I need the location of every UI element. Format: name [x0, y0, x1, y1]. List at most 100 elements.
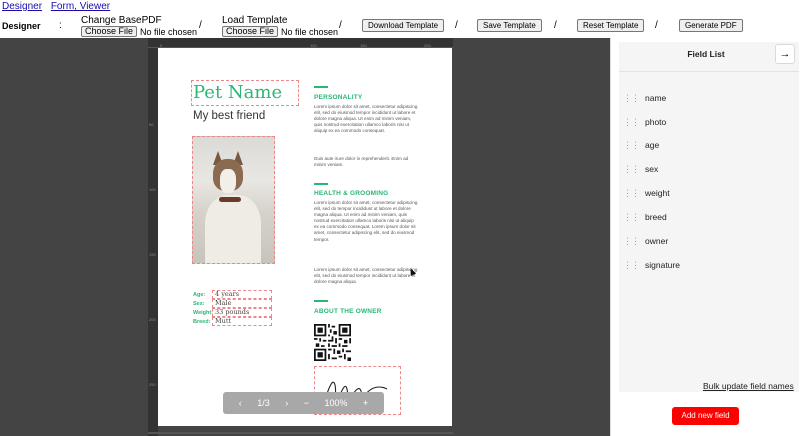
ruler-tick-label: 100	[149, 187, 156, 192]
section-rule	[314, 300, 328, 302]
age-label: Age:	[193, 291, 206, 298]
field-item-photo[interactable]: ⋮⋮ photo	[623, 113, 783, 131]
personality-paragraph-2: Duis aute irure dolor in reprehenderit. …	[314, 156, 409, 168]
field-item-label: breed	[645, 212, 667, 222]
ruler-left: 50 100 150 200 250	[148, 48, 158, 436]
breed-row: Breed: Mutt	[193, 317, 272, 326]
dog-body-shape	[205, 195, 261, 263]
pet-name-text: Pet Name	[193, 82, 283, 103]
sex-label: Sex:	[193, 300, 205, 307]
weight-row: Weight: 33 pounds	[193, 308, 272, 317]
health-paragraph-2: Lorem ipsum dolor sit amet, consectetur …	[314, 267, 418, 285]
ruler-top: 0 100 150 200	[148, 38, 453, 51]
weight-field[interactable]: 33 pounds	[212, 308, 272, 317]
add-new-field-button[interactable]: Add new field	[672, 407, 739, 425]
choose-file-basepdf-button[interactable]: Choose File	[81, 26, 138, 37]
form-viewer-link[interactable]: Form, Viewer	[51, 1, 110, 12]
field-item-name[interactable]: ⋮⋮ name	[623, 89, 783, 107]
page-navigation-bar: ‹ 1/3 › − 100% +	[223, 392, 384, 414]
field-item-label: owner	[645, 236, 669, 246]
field-item-label: sex	[645, 164, 659, 174]
drag-handle-icon[interactable]: ⋮⋮	[623, 236, 640, 247]
download-template-button[interactable]: Download Template	[362, 19, 445, 32]
designer-link[interactable]: Designer	[2, 1, 42, 12]
reset-template-button[interactable]: Reset Template	[577, 19, 645, 32]
field-item-age[interactable]: ⋮⋮ age	[623, 136, 783, 154]
template-file-status: No file chosen	[281, 26, 339, 37]
zoom-out-button[interactable]: −	[304, 398, 309, 408]
qr-code-icon[interactable]	[314, 324, 351, 361]
dog-face-shape	[220, 169, 236, 193]
basepdf-file-status: No file chosen	[140, 26, 198, 37]
drag-handle-icon[interactable]: ⋮⋮	[623, 164, 640, 175]
separator: /	[199, 20, 202, 31]
zoom-in-button[interactable]: +	[363, 398, 368, 408]
drag-handle-icon[interactable]: ⋮⋮	[623, 260, 640, 271]
next-page-button[interactable]: ›	[285, 398, 288, 408]
section-heading-owner: ABOUT THE OWNER	[314, 308, 382, 315]
toolbar-title: Designer	[2, 21, 41, 31]
previous-page-button[interactable]: ‹	[239, 398, 242, 408]
save-template-button[interactable]: Save Template	[477, 19, 542, 32]
dog-collar-shape	[219, 197, 241, 202]
field-item-sex[interactable]: ⋮⋮ sex	[623, 160, 783, 178]
separator: /	[554, 20, 557, 31]
field-item-label: name	[645, 93, 667, 103]
load-template-label: Load Template	[222, 15, 288, 26]
page-indicator: 1/3	[257, 398, 270, 408]
toolbar-colon: :	[59, 20, 62, 31]
health-paragraph-1: Lorem ipsum dolor sit amet, consectetur …	[314, 200, 418, 242]
sex-field[interactable]: Male	[212, 299, 272, 308]
field-item-signature[interactable]: ⋮⋮ signature	[623, 256, 783, 274]
field-item-breed[interactable]: ⋮⋮ breed	[623, 208, 783, 226]
arrow-right-icon[interactable]: →	[775, 44, 795, 64]
photo-field[interactable]	[192, 136, 275, 264]
breed-label: Breed:	[193, 318, 211, 325]
field-item-owner[interactable]: ⋮⋮ owner	[623, 232, 783, 250]
age-field[interactable]: 4 years	[212, 290, 272, 299]
drag-handle-icon[interactable]: ⋮⋮	[623, 212, 640, 223]
field-item-label: weight	[645, 188, 670, 198]
canvas-area[interactable]: 0 100 150 200 50 100 150 200 250 Pet Nam…	[0, 38, 610, 436]
subtitle-text: My best friend	[193, 110, 266, 122]
section-heading-health: HEALTH & GROOMING	[314, 190, 389, 197]
toolbar: Designer : Change BasePDF Choose File No…	[0, 12, 800, 38]
field-item-label: signature	[645, 260, 680, 270]
change-basepdf-label: Change BasePDF	[81, 15, 162, 26]
ruler-tick-label: 200	[149, 317, 156, 322]
field-item-label: photo	[645, 117, 667, 127]
sidebar-divider	[619, 71, 799, 72]
generate-pdf-button[interactable]: Generate PDF	[679, 19, 743, 32]
ruler-tick-label: 50	[149, 122, 154, 127]
section-rule	[314, 86, 328, 88]
sex-row: Sex: Male	[193, 299, 272, 308]
drag-handle-icon[interactable]: ⋮⋮	[623, 117, 640, 128]
separator: /	[339, 20, 342, 31]
age-row: Age: 4 years	[193, 290, 272, 299]
drag-handle-icon[interactable]: ⋮⋮	[623, 140, 640, 151]
ruler-left-ticks: 50 100 150 200 250	[149, 122, 156, 387]
drag-handle-icon[interactable]: ⋮⋮	[623, 188, 640, 199]
breed-field[interactable]: Mutt	[212, 317, 272, 326]
change-basepdf-input[interactable]: Choose File No file chosen	[81, 26, 197, 37]
field-item-weight[interactable]: ⋮⋮ weight	[623, 184, 783, 202]
separator: /	[655, 20, 658, 31]
field-list-title: Field List	[687, 49, 725, 59]
zoom-level: 100%	[324, 398, 348, 408]
section-rule	[314, 183, 328, 185]
separator: /	[455, 20, 458, 31]
load-template-input[interactable]: Choose File No file chosen	[222, 26, 338, 37]
ruler-tick-label: 150	[149, 252, 156, 257]
bulk-update-field-names-link[interactable]: Bulk update field names	[703, 381, 794, 391]
field-list-sidebar: Field List → ⋮⋮ name ⋮⋮ photo ⋮⋮ age ⋮⋮ sex …	[610, 38, 800, 436]
top-links: Designer Form, Viewer	[2, 1, 116, 12]
choose-file-template-button[interactable]: Choose File	[222, 26, 279, 37]
field-item-label: age	[645, 140, 660, 150]
personality-paragraph-1: Lorem ipsum dolor sit amet, consectetur …	[314, 104, 418, 134]
section-heading-personality: PERSONALITY	[314, 94, 363, 101]
page-bottom-edge	[148, 432, 453, 434]
ruler-tick-label: 250	[149, 382, 156, 387]
pdf-page[interactable]: Pet Name My best friend Age: 4 years Sex…	[158, 48, 452, 426]
weight-label: Weight:	[193, 309, 214, 316]
drag-handle-icon[interactable]: ⋮⋮	[623, 93, 640, 104]
